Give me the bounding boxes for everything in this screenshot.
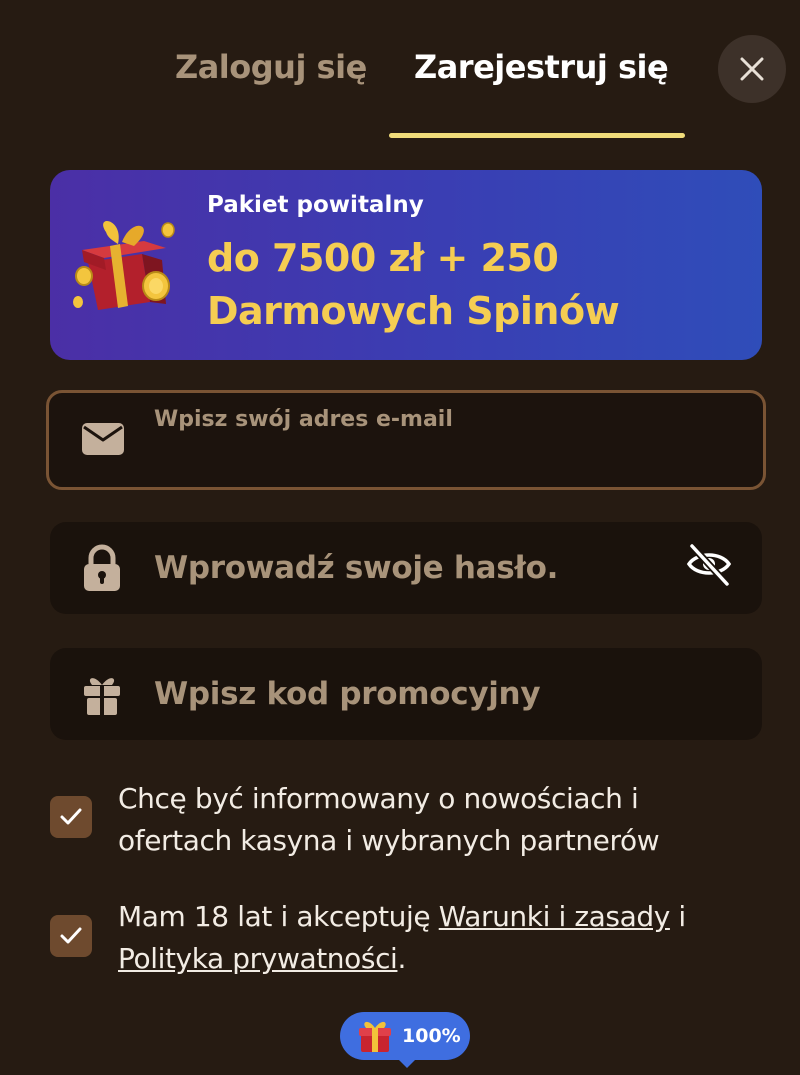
active-tab-indicator: [389, 133, 685, 138]
banner-offer: do 7500 zł + 250 Darmowych Spinów: [207, 232, 620, 338]
bonus-progress-value: 100%: [402, 1025, 461, 1047]
badge-pointer: [395, 1056, 419, 1068]
terms-consent-text: Mam 18 lat i akceptuję Warunki i zasady …: [118, 896, 758, 980]
lock-icon: [84, 544, 120, 591]
envelope-icon: [82, 423, 124, 455]
email-field[interactable]: Wpisz swój adres e-mail: [46, 390, 766, 490]
privacy-link[interactable]: Polityka prywatności: [118, 942, 398, 975]
terms-suffix: .: [397, 942, 406, 975]
checkmark-icon: [60, 808, 82, 825]
password-input[interactable]: Wprowadź swoje hasło.: [154, 550, 558, 586]
terms-join: i: [669, 900, 686, 933]
checkmark-icon: [60, 927, 82, 944]
newsletter-consent-text: Chcę być informowany o nowościach i ofer…: [118, 782, 660, 857]
close-button[interactable]: [718, 35, 786, 103]
promo-code-input[interactable]: Wpisz kod promocyjny: [154, 676, 541, 712]
terms-prefix: Mam 18 lat i akceptuję: [118, 900, 439, 933]
banner-offer-line2: Darmowych Spinów: [207, 289, 620, 334]
gift-icon: [84, 678, 120, 715]
close-icon: [740, 57, 764, 81]
password-field[interactable]: Wprowadź swoje hasło.: [50, 522, 762, 614]
email-input[interactable]: [154, 441, 734, 475]
tab-register[interactable]: Zarejestruj się: [414, 48, 669, 86]
banner-subtitle: Pakiet powitalny: [207, 192, 424, 218]
eye-off-icon[interactable]: [685, 540, 733, 588]
promo-code-field[interactable]: Wpisz kod promocyjny: [50, 648, 762, 740]
bonus-progress-badge[interactable]: 100%: [340, 1012, 470, 1060]
registration-modal: Zaloguj się Zarejestruj się Pakiet powit…: [0, 0, 800, 1075]
terms-link[interactable]: Warunki i zasady: [439, 900, 671, 933]
banner-offer-line1: do 7500 zł + 250: [207, 236, 559, 280]
gift-icon: [359, 1021, 391, 1052]
newsletter-checkbox[interactable]: [50, 796, 92, 838]
email-label: Wpisz swój adres e-mail: [154, 407, 453, 432]
terms-checkbox[interactable]: [50, 915, 92, 957]
welcome-package-banner: Pakiet powitalny do 7500 zł + 250 Darmow…: [50, 170, 762, 360]
gift-box-coins-icon: [73, 220, 175, 310]
tab-login[interactable]: Zaloguj się: [175, 48, 367, 86]
